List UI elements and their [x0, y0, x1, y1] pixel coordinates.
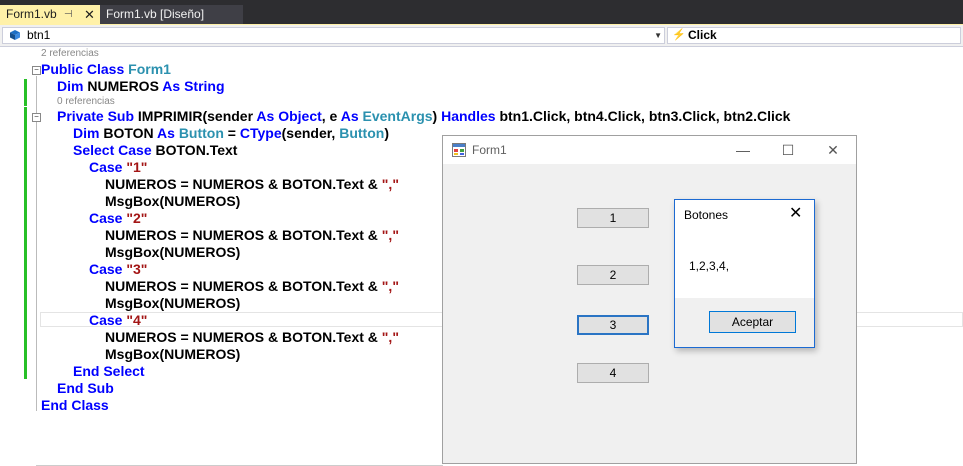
event-selector-right[interactable]: ⚡ Click [667, 27, 961, 44]
code-line: Case "4" [89, 312, 148, 328]
maximize-button[interactable]: ☐ [766, 136, 810, 164]
code-line: MsgBox(NUMEROS) [105, 346, 241, 362]
chevron-down-icon[interactable]: ▼ [654, 28, 662, 43]
document-tab-bar: Form1.vb ⊣ ✕ Form1.vb [Diseño] [0, 0, 963, 25]
close-tab-icon[interactable]: ✕ [84, 5, 95, 24]
code-line: MsgBox(NUMEROS) [105, 244, 241, 260]
collapse-sub-icon[interactable]: − [32, 113, 41, 122]
form1-titlebar[interactable]: Form1 — ☐ ✕ [443, 136, 856, 164]
window-title: Form1 [472, 143, 507, 157]
close-button[interactable]: ✕ [811, 136, 855, 164]
tab-label: Form1.vb [Diseño] [106, 7, 205, 21]
dialog-message: 1,2,3,4, [689, 259, 730, 273]
code-line: NUMEROS = NUMEROS & BOTON.Text & "," [105, 278, 399, 294]
code-line: Private Sub IMPRIMIR(sender As Object, e… [57, 108, 791, 124]
code-line: NUMEROS = NUMEROS & BOTON.Text & "," [105, 227, 399, 243]
msgbox-dialog[interactable]: Botones ✕ 1,2,3,4, Aceptar [674, 199, 815, 348]
tab-label: Form1.vb [6, 7, 57, 21]
change-indicator [24, 79, 27, 106]
tab-form1-vb[interactable]: Form1.vb ⊣ ✕ [0, 5, 100, 24]
codelens-references[interactable]: 2 referencias [41, 48, 99, 60]
form-app-icon [452, 143, 466, 157]
change-indicator [24, 107, 27, 379]
code-line: Public Class Form1 [41, 61, 171, 77]
collapse-class-icon[interactable]: − [32, 66, 41, 75]
pin-icon[interactable]: ⊣ [64, 5, 73, 24]
member-selector-left[interactable]: btn1 ▼ [2, 27, 665, 44]
tab-form1-design[interactable]: Form1.vb [Diseño] [100, 5, 243, 24]
code-line: NUMEROS = NUMEROS & BOTON.Text & "," [105, 329, 399, 345]
navigation-bar: btn1 ▼ ⚡ Click [0, 25, 963, 47]
code-line: Case "3" [89, 261, 148, 277]
code-line: Dim BOTON As Button = CType(sender, Butt… [73, 125, 389, 141]
code-line: MsgBox(NUMEROS) [105, 193, 241, 209]
dialog-close-icon[interactable]: ✕ [789, 205, 802, 223]
btn4[interactable]: 4 [577, 363, 649, 383]
btn2[interactable]: 2 [577, 265, 649, 285]
ok-button[interactable]: Aceptar [709, 311, 796, 333]
code-line: MsgBox(NUMEROS) [105, 295, 241, 311]
outline-guide [36, 76, 37, 411]
btn3[interactable]: 3 [577, 315, 649, 335]
code-line: Case "2" [89, 210, 148, 226]
code-line: NUMEROS = NUMEROS & BOTON.Text & "," [105, 176, 399, 192]
code-line: End Select [73, 363, 145, 379]
codelens-references[interactable]: 0 referencias [57, 96, 115, 108]
field-cube-icon [10, 30, 20, 40]
btn1[interactable]: 1 [577, 208, 649, 228]
event-bolt-icon: ⚡ [672, 29, 686, 41]
code-line: End Class [41, 397, 109, 413]
event-selector-value: Click [688, 28, 717, 42]
code-line: Select Case BOTON.Text [73, 142, 238, 158]
code-line: Case "1" [89, 159, 148, 175]
code-line: End Sub [57, 380, 114, 396]
dialog-footer: Aceptar [675, 298, 814, 347]
code-line: Dim NUMEROS As String [57, 78, 225, 94]
dialog-title: Botones [684, 208, 729, 222]
minimize-button[interactable]: — [721, 136, 765, 164]
member-selector-value: btn1 [27, 28, 51, 42]
